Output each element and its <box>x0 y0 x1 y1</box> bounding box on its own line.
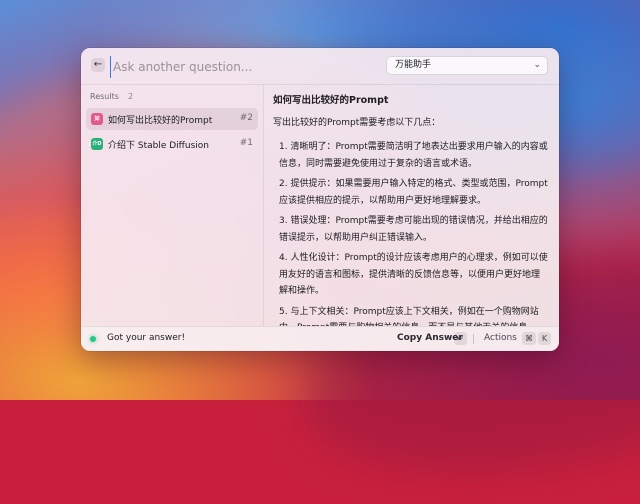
search-input[interactable] <box>110 56 365 78</box>
back-arrow-icon[interactable]: ← <box>91 58 105 72</box>
assistant-select[interactable]: 万能助手 ⌄ <box>386 56 548 75</box>
result-item-number: #2 <box>239 113 253 123</box>
answer-point: 4. 人性化设计：Prompt的设计应该考虑用户的心理求，例如可以使用友好的语言… <box>279 253 548 296</box>
results-list: Results 2 如 如何写出比较好的Prompt #2 介D 介绍下 Sta… <box>81 85 264 326</box>
answer-point: 2. 提供提示：如果需要用户输入特定的格式、类型或范围，Prompt应该提供相应… <box>279 179 548 206</box>
return-key-icon: ↵ <box>454 332 467 345</box>
assistant-select-value: 万能助手 <box>395 60 432 70</box>
search-bar: ← 万能助手 ⌄ <box>81 48 559 85</box>
status-message: Got your answer! <box>107 333 186 343</box>
answer-point: 1. 清晰明了：Prompt需要简洁明了地表达出要求用户输入的内容或信息，同时需… <box>279 142 548 169</box>
actions-button[interactable]: Actions <box>484 333 517 343</box>
answer-point: 3. 错误处理：Prompt需要考虑可能出现的错误情况，并给出相应的错误提示，以… <box>279 216 548 243</box>
result-item-label: 如何写出比较好的Prompt <box>108 116 213 126</box>
answer-title: 如何写出比较好的Prompt <box>273 95 389 106</box>
divider <box>473 334 474 344</box>
results-count: 2 <box>128 92 134 101</box>
result-avatar-icon: 介D <box>91 138 103 150</box>
command-key-icon: ⌘ <box>522 332 536 345</box>
results-label: Results <box>90 92 119 101</box>
result-item-number: #1 <box>239 138 253 148</box>
result-item[interactable]: 如 如何写出比较好的Prompt #2 <box>86 108 258 130</box>
answer-intro: 写出比较好的Prompt需要考虑以下几点： <box>273 118 441 128</box>
k-key-icon: K <box>538 332 551 345</box>
assistant-window: ← 万能助手 ⌄ Results 2 如 如何写出比较好的Prompt #2 介… <box>81 48 559 351</box>
result-item[interactable]: 介D 介绍下 Stable Diffusion #1 <box>86 133 258 155</box>
status-indicator-icon <box>90 336 96 342</box>
answer-panel: 如何写出比较好的Prompt 写出比较好的Prompt需要考虑以下几点： 1. … <box>264 85 559 326</box>
chevron-updown-icon: ⌄ <box>533 60 541 70</box>
result-item-label: 介绍下 Stable Diffusion <box>108 141 209 151</box>
result-avatar-icon: 如 <box>91 113 103 125</box>
answer-point: 5. 与上下文相关：Prompt应该上下文相关，例如在一个购物网站中，Promp… <box>279 306 539 327</box>
copy-answer-button[interactable]: Copy Answer <box>397 333 463 343</box>
status-bar: Got your answer! Copy Answer ↵ Actions ⌘… <box>81 326 559 351</box>
